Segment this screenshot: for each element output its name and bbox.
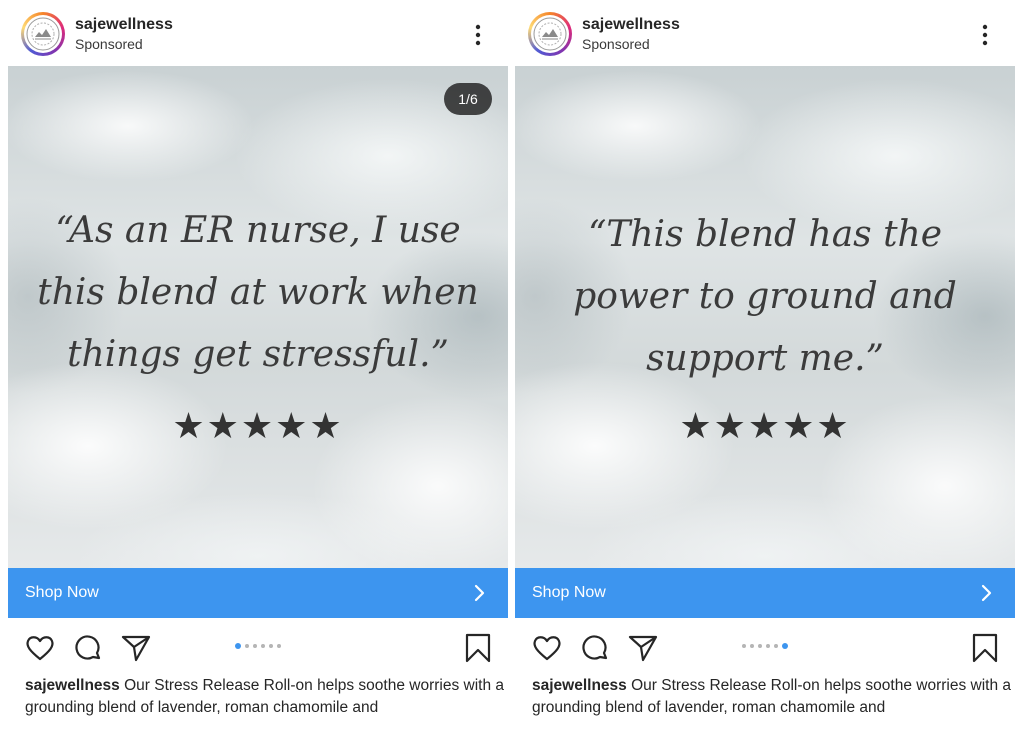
testimonial-quote: “As an ER nurse, I use this blend at wor… — [37, 210, 479, 375]
post-caption: sajewellness Our Stress Release Roll-on … — [25, 675, 505, 719]
shop-now-label: Shop Now — [25, 584, 99, 601]
post-card: sajewellness Sponsored “This blend has t… — [515, 0, 1015, 742]
carousel-dot — [774, 644, 778, 648]
carousel-dot — [269, 644, 273, 648]
heart-icon — [26, 636, 54, 661]
shop-now-button[interactable]: Shop Now — [8, 568, 508, 618]
heart-icon — [533, 636, 561, 661]
carousel-dot — [750, 644, 754, 648]
testimonial-quote: “This blend has the power to ground and … — [573, 214, 957, 379]
chevron-right-icon — [474, 584, 485, 602]
more-options-icon — [982, 24, 988, 46]
chevron-right-icon — [981, 584, 992, 602]
username[interactable]: sajewellness — [75, 16, 173, 34]
post-caption: sajewellness Our Stress Release Roll-on … — [532, 675, 1012, 719]
comment-button[interactable] — [579, 632, 611, 664]
bookmark-icon — [465, 633, 491, 663]
star-rating: ★★★★★ — [679, 406, 851, 447]
comment-button[interactable] — [72, 632, 104, 664]
like-button[interactable] — [531, 632, 563, 664]
post-header: sajewellness Sponsored — [8, 0, 508, 66]
sponsored-label: Sponsored — [582, 36, 650, 52]
caption-username[interactable]: sajewellness — [25, 677, 120, 694]
username[interactable]: sajewellness — [582, 16, 680, 34]
carousel-dot — [253, 644, 257, 648]
more-options-button[interactable] — [466, 22, 490, 48]
like-button[interactable] — [24, 632, 56, 664]
share-button[interactable] — [627, 632, 659, 664]
star-rating: ★★★★★ — [172, 406, 344, 447]
post-header: sajewellness Sponsored — [515, 0, 1015, 66]
comment-icon — [75, 635, 101, 660]
carousel-indicator — [235, 642, 281, 650]
share-icon — [628, 635, 658, 662]
carousel-dot — [277, 644, 281, 648]
slide-counter: 1/6 — [444, 83, 492, 115]
avatar[interactable] — [528, 12, 572, 56]
save-button[interactable] — [969, 632, 1001, 664]
carousel-indicator — [742, 642, 788, 650]
brand-logo-icon — [533, 17, 567, 51]
carousel-dot — [758, 644, 762, 648]
bookmark-icon — [972, 633, 998, 663]
carousel-dot — [245, 644, 249, 648]
action-bar — [8, 622, 508, 670]
carousel-dot — [782, 643, 788, 649]
shop-now-label: Shop Now — [532, 584, 606, 601]
comment-icon — [582, 635, 608, 660]
more-options-button[interactable] — [973, 22, 997, 48]
action-bar — [515, 622, 1015, 670]
sponsored-label: Sponsored — [75, 36, 143, 52]
share-icon — [121, 635, 151, 662]
brand-logo-icon — [26, 17, 60, 51]
post-image[interactable]: 1/6 “As an ER nurse, I use this blend at… — [8, 66, 508, 568]
more-options-icon — [475, 24, 481, 46]
carousel-dot — [261, 644, 265, 648]
save-button[interactable] — [462, 632, 494, 664]
share-button[interactable] — [120, 632, 152, 664]
caption-username[interactable]: sajewellness — [532, 677, 627, 694]
avatar[interactable] — [21, 12, 65, 56]
carousel-dot — [766, 644, 770, 648]
shop-now-button[interactable]: Shop Now — [515, 568, 1015, 618]
carousel-dot — [742, 644, 746, 648]
post-card: sajewellness Sponsored 1/6 “As an ER nur… — [8, 0, 508, 742]
post-image[interactable]: “This blend has the power to ground and … — [515, 66, 1015, 568]
carousel-dot — [235, 643, 241, 649]
